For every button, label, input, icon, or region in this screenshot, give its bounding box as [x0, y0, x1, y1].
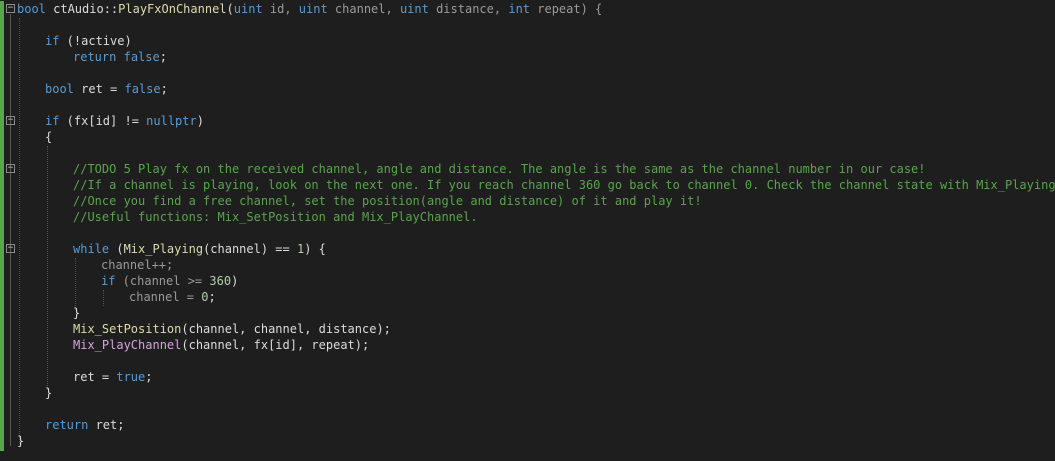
code-line[interactable]: }: [17, 433, 24, 449]
code-token: {: [45, 130, 53, 144]
code-token: Mix_PlayChannel: [73, 338, 182, 352]
code-token: return: [73, 50, 117, 64]
code-line[interactable]: while (Mix_Playing(channel) == 1) {: [73, 241, 326, 257]
code-token: (channel, fx[id], repeat);: [181, 338, 370, 352]
code-line[interactable]: Mix_PlayChannel(channel, fx[id], repeat)…: [73, 337, 369, 353]
code-token: ret =: [73, 82, 125, 96]
code-token: uint: [298, 2, 328, 16]
code-line[interactable]: }: [73, 305, 80, 321]
code-token: (channel) ==: [203, 242, 297, 256]
code-token: if: [101, 274, 116, 288]
code-line[interactable]: }: [45, 385, 52, 401]
code-token: ::: [103, 2, 119, 16]
code-line[interactable]: {: [45, 129, 52, 145]
code-token: }: [17, 434, 25, 448]
collapse-icon[interactable]: −: [6, 116, 15, 125]
code-token: if: [45, 114, 60, 128]
code-line[interactable]: if (fx[id] != nullptr): [45, 113, 204, 129]
code-editor[interactable]: − − − − bool ctAudio::PlayFxOnChannel(ui…: [0, 0, 1055, 461]
code-token: ;: [159, 50, 167, 64]
code-line[interactable]: bool ret = false;: [45, 81, 168, 97]
code-token: (!active): [59, 34, 132, 48]
code-comment-line[interactable]: //Useful functions: Mix_SetPosition and …: [73, 209, 478, 225]
code-token: ;: [208, 290, 216, 304]
code-token: id,: [262, 2, 299, 16]
code-token: ;: [160, 82, 168, 96]
code-token: if: [45, 34, 60, 48]
code-line[interactable]: channel++;: [101, 257, 173, 273]
code-line[interactable]: return ret;: [45, 417, 124, 433]
code-token: }: [73, 306, 81, 320]
code-comment-line[interactable]: //Once you find a free channel, set the …: [73, 193, 702, 209]
code-token: PlayFxOnChannel: [118, 2, 227, 16]
change-indicator-bar: [0, 1, 4, 451]
code-token: return: [45, 418, 89, 432]
indent-guide: [47, 146, 48, 390]
code-token: channel =: [129, 290, 202, 304]
code-line[interactable]: ret = true;: [73, 369, 153, 385]
code-token: ret =: [73, 370, 117, 384]
code-token: (channel, channel, distance);: [181, 322, 391, 336]
code-comment-line[interactable]: //TODO 5 Play fx on the received channel…: [73, 161, 926, 177]
code-token: (: [109, 242, 124, 256]
collapse-icon[interactable]: −: [6, 164, 15, 173]
code-token: distance,: [428, 2, 509, 16]
code-token: (fx[id] !=: [59, 114, 147, 128]
code-token: }: [45, 386, 53, 400]
code-token: repeat) {: [530, 2, 603, 16]
code-token: ): [196, 114, 204, 128]
indent-guide: [75, 258, 76, 310]
code-token: ) {: [304, 242, 326, 256]
code-token: uint: [399, 2, 429, 16]
code-line[interactable]: if (!active): [45, 33, 132, 49]
collapse-icon[interactable]: −: [6, 244, 15, 253]
code-line[interactable]: channel = 0;: [129, 289, 216, 305]
code-line[interactable]: Mix_SetPosition(channel, channel, distan…: [73, 321, 391, 337]
code-token: ): [231, 274, 239, 288]
code-token: Mix_Playing: [123, 242, 204, 256]
code-token: false: [123, 50, 160, 64]
fold-region-line: [10, 14, 11, 446]
code-token: false: [124, 82, 161, 96]
code-token: (channel >=: [115, 274, 210, 288]
code-token: ctAudio: [45, 2, 104, 16]
code-line[interactable]: bool ctAudio::PlayFxOnChannel(uint id, u…: [17, 1, 602, 17]
indent-guide: [19, 18, 20, 444]
indent-guide: [103, 290, 104, 306]
code-token: true: [116, 370, 146, 384]
code-line[interactable]: if (channel >= 360): [101, 273, 238, 289]
code-token: ;: [145, 370, 153, 384]
code-token: bool: [17, 2, 46, 16]
code-token: nullptr: [146, 114, 197, 128]
collapse-icon[interactable]: −: [6, 4, 15, 13]
code-token: channel,: [327, 2, 400, 16]
code-token: bool: [45, 82, 74, 96]
code-token: uint: [233, 2, 263, 16]
code-token: 360: [209, 274, 232, 288]
code-token: while: [73, 242, 110, 256]
code-token: (: [226, 2, 234, 16]
code-comment-line[interactable]: //If a channel is playing, look on the n…: [73, 177, 1055, 193]
code-line[interactable]: return false;: [73, 49, 167, 65]
code-token: Mix_SetPosition: [73, 322, 182, 336]
code-token: int: [508, 2, 531, 16]
code-token: ret;: [88, 418, 125, 432]
